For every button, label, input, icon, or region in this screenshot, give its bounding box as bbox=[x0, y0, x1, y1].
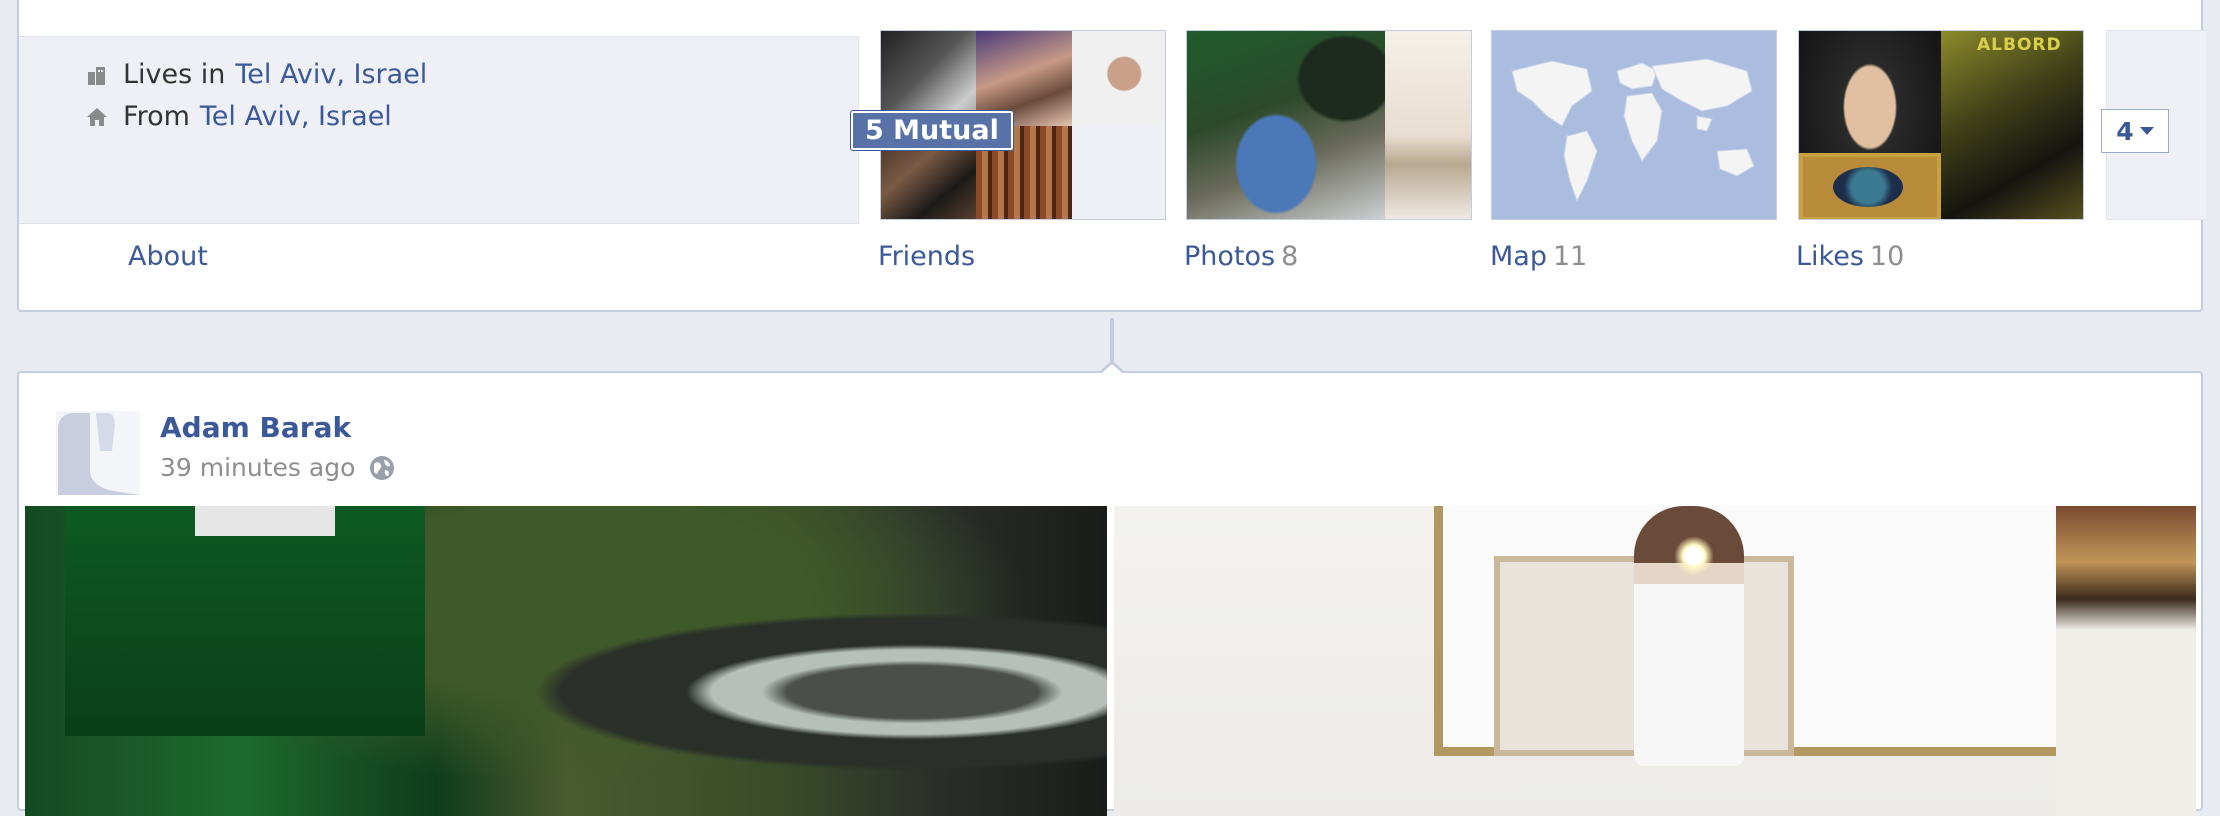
from-row: From Tel Aviv, Israel bbox=[85, 101, 392, 132]
more-tiles-button[interactable]: 4 bbox=[2101, 109, 2169, 153]
photo-content bbox=[2056, 506, 2196, 816]
about-info-panel: Lives in Tel Aviv, Israel From Tel Aviv,… bbox=[19, 36, 859, 224]
lives-in-label: Lives in bbox=[123, 59, 226, 90]
lives-in-row: Lives in Tel Aviv, Israel bbox=[85, 59, 427, 90]
lives-in-link[interactable]: Tel Aviv, Israel bbox=[235, 59, 427, 90]
map-tile[interactable] bbox=[1491, 30, 1777, 220]
photos-tile[interactable] bbox=[1186, 30, 1472, 220]
from-link[interactable]: Tel Aviv, Israel bbox=[200, 101, 392, 132]
album-art bbox=[1799, 153, 1941, 219]
profile-summary-card: Lives in Tel Aviv, Israel From Tel Aviv,… bbox=[17, 0, 2206, 312]
tab-map-label: Map bbox=[1490, 241, 1547, 272]
likes-count: 10 bbox=[1869, 241, 1905, 272]
default-avatar-icon bbox=[56, 411, 140, 495]
globe-icon[interactable] bbox=[369, 455, 395, 481]
mutual-friends-badge[interactable]: 5 Mutual bbox=[850, 110, 1014, 151]
photos-count: 8 bbox=[1281, 241, 1299, 272]
album-title-text: ALBORD bbox=[1977, 35, 2062, 55]
tab-friends-label: Friends bbox=[878, 241, 976, 272]
map-count: 11 bbox=[1552, 241, 1588, 272]
world-map-image bbox=[1492, 31, 1776, 219]
post-timestamp-row: 39 minutes ago bbox=[160, 453, 395, 482]
post-photo-right[interactable] bbox=[1114, 506, 2196, 816]
post-author-name[interactable]: Adam Barak bbox=[160, 411, 351, 444]
photo-content bbox=[1674, 536, 1714, 576]
post-pointer-arrow-fill bbox=[1100, 364, 1124, 375]
tab-likes-label: Likes bbox=[1796, 241, 1864, 272]
photo-content bbox=[65, 506, 425, 736]
tab-photos-label: Photos bbox=[1184, 241, 1276, 272]
tab-friends[interactable]: Friends bbox=[878, 241, 975, 272]
tab-about-label: About bbox=[128, 241, 208, 272]
photo-content bbox=[195, 506, 335, 536]
avatar[interactable] bbox=[56, 411, 140, 495]
tab-about[interactable]: About bbox=[128, 241, 208, 272]
like-thumbnail bbox=[1941, 31, 2083, 219]
tab-likes[interactable]: Likes 10 bbox=[1796, 241, 1904, 272]
tab-photos[interactable]: Photos 8 bbox=[1184, 241, 1298, 272]
lives-in-icon bbox=[88, 66, 105, 85]
post-photo-left[interactable] bbox=[25, 506, 1107, 816]
chevron-down-icon bbox=[2139, 127, 2154, 135]
post-timestamp[interactable]: 39 minutes ago bbox=[160, 453, 355, 482]
tab-map[interactable]: Map 11 bbox=[1490, 241, 1587, 272]
likes-tile[interactable]: ALBORD bbox=[1798, 30, 2084, 220]
friend-photo bbox=[1072, 31, 1165, 126]
photo-thumbnail bbox=[1385, 31, 1471, 219]
timeline-post: Adam Barak 39 minutes ago bbox=[17, 371, 2203, 816]
more-tiles-count: 4 bbox=[2116, 116, 2134, 146]
photo-thumbnail bbox=[1187, 31, 1385, 219]
from-label: From bbox=[123, 101, 190, 132]
home-icon bbox=[87, 107, 107, 126]
